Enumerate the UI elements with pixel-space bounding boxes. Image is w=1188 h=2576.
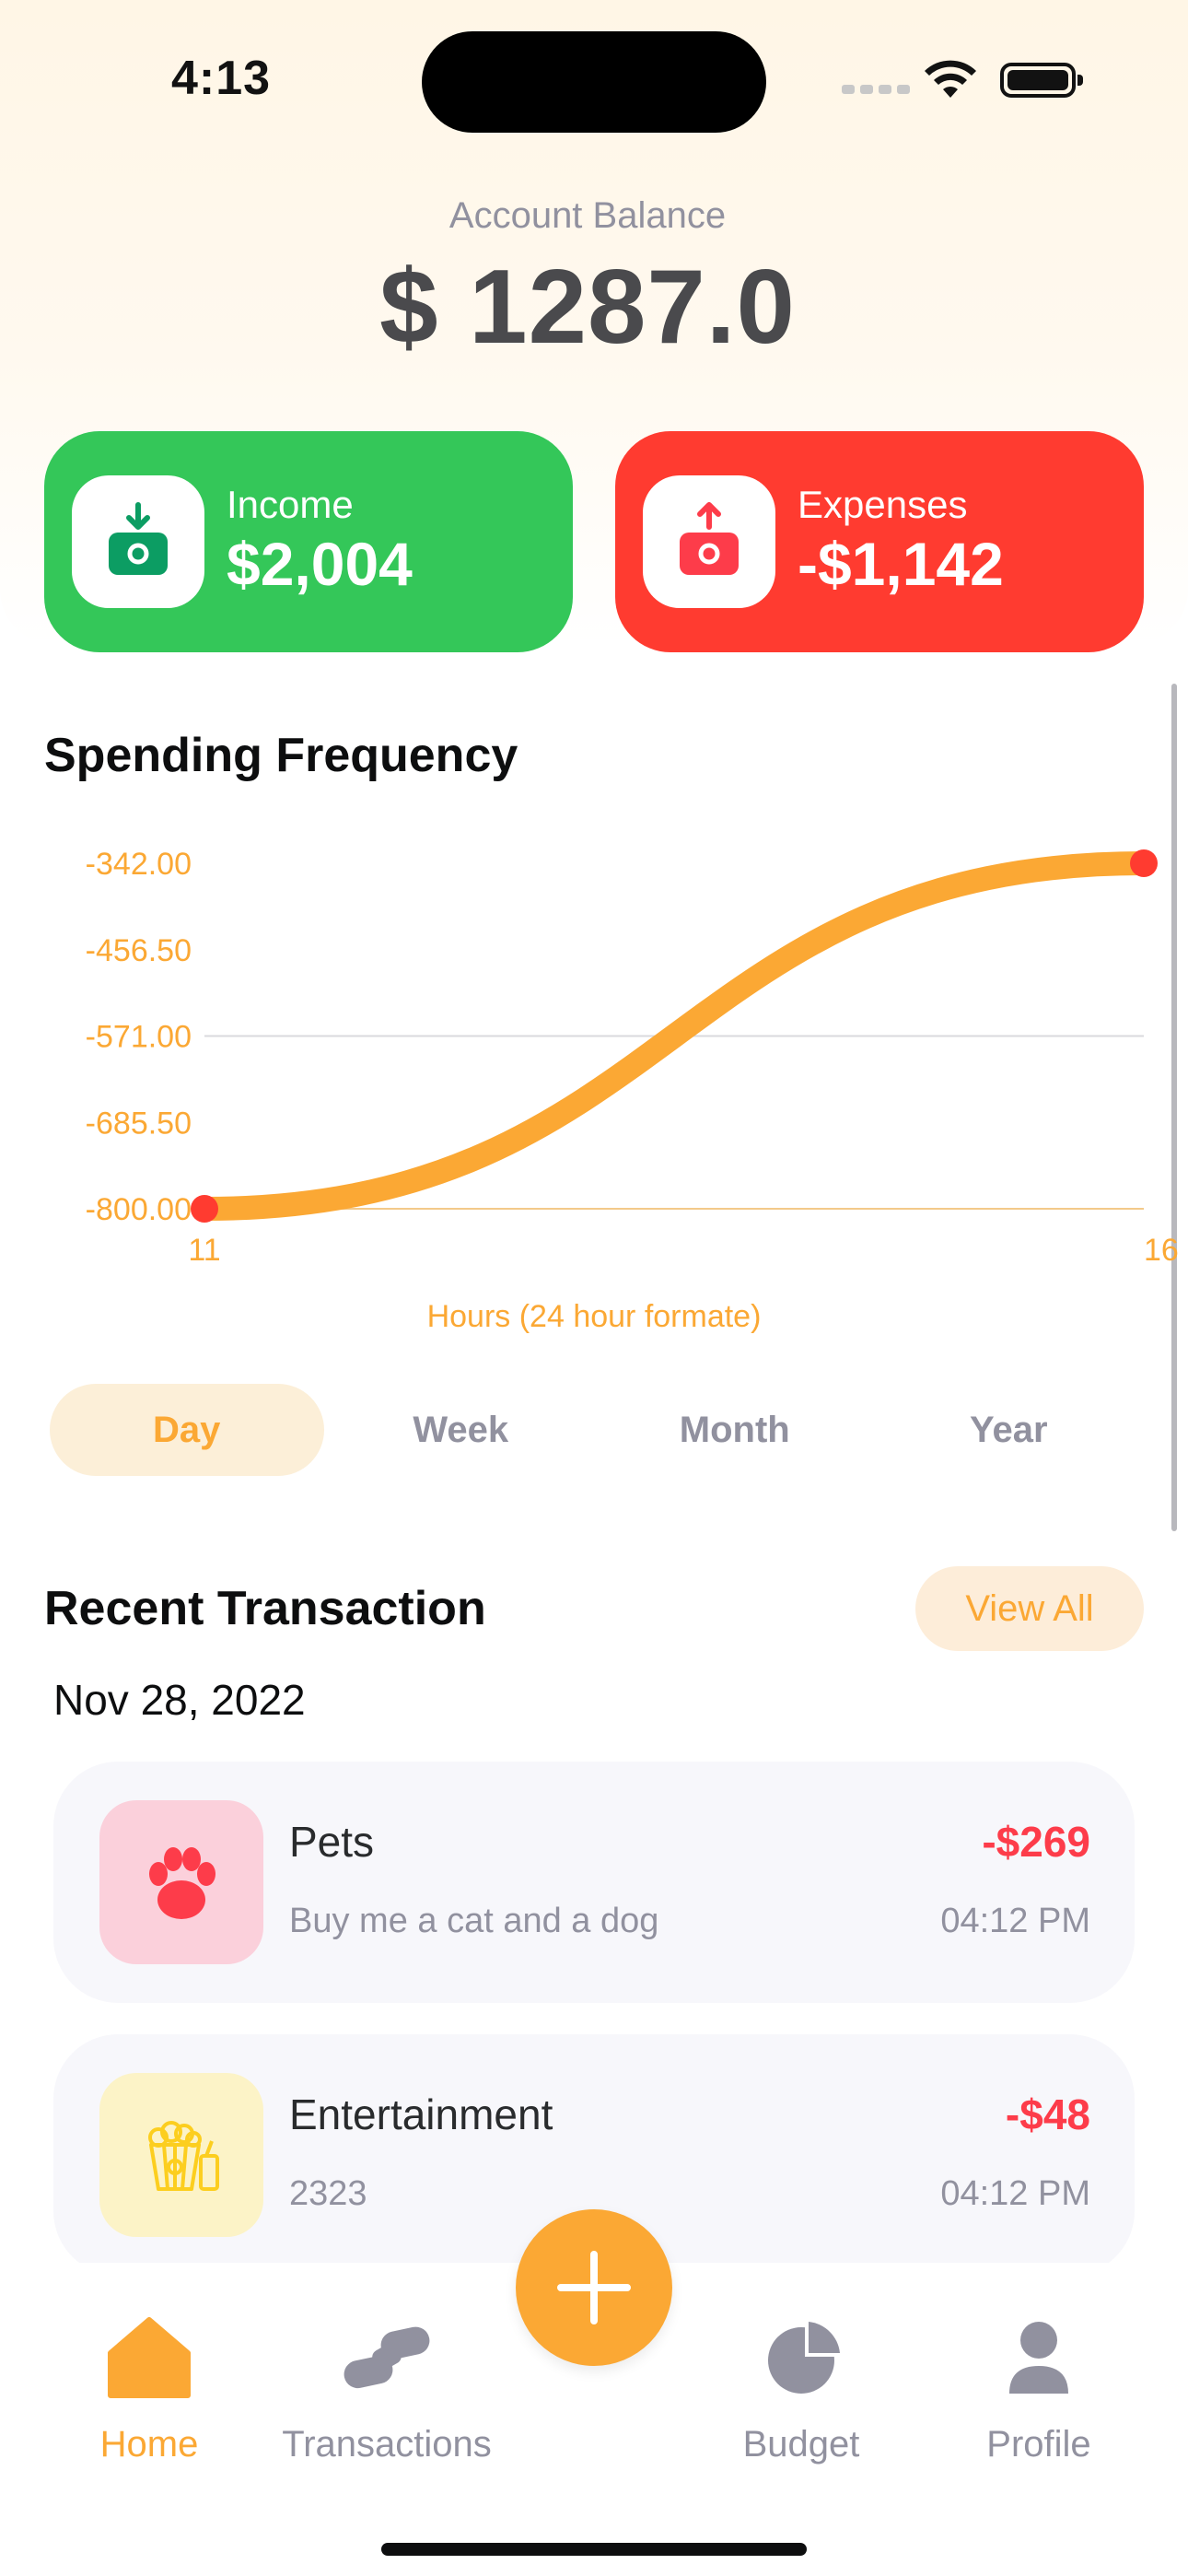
transaction-description: 2323: [289, 2174, 367, 2213]
transaction-name: Pets: [289, 1818, 375, 1866]
y-tick-label: -800.00: [86, 1192, 192, 1227]
transaction-amount: -$269: [982, 1818, 1090, 1866]
tab-profile-label: Profile: [986, 2424, 1091, 2465]
y-tick-label: -342.00: [86, 847, 192, 882]
home-icon: [108, 2317, 191, 2398]
income-card[interactable]: Income $2,004: [44, 431, 573, 652]
data-point: [1130, 849, 1158, 877]
spending-frequency-title: Spending Frequency: [44, 729, 518, 782]
tab-home[interactable]: Home: [39, 2311, 260, 2465]
period-year[interactable]: Year: [872, 1384, 1147, 1476]
plus-icon: [557, 2251, 631, 2324]
expense-wallet-icon: [643, 475, 775, 608]
income-wallet-icon: [72, 475, 204, 608]
view-all-button[interactable]: View All: [915, 1566, 1144, 1651]
expenses-card[interactable]: Expenses -$1,142: [615, 431, 1144, 652]
spending-chart: -342.00 -456.50 -571.00 -685.50 -800.00 11 16: [0, 811, 1188, 1345]
tab-profile[interactable]: Profile: [928, 2311, 1149, 2465]
period-week[interactable]: Week: [324, 1384, 599, 1476]
period-day[interactable]: Day: [50, 1384, 324, 1476]
pie-chart-icon: [768, 2322, 840, 2394]
paw-icon: [99, 1800, 263, 1964]
chart-x-axis-label: Hours (24 hour formate): [426, 1299, 762, 1334]
transactions-icon: [344, 2326, 430, 2389]
x-tick-label: 11: [188, 1233, 220, 1268]
data-point: [191, 1195, 218, 1223]
transaction-item-pets[interactable]: Pets Buy me a cat and a dog -$269 04:12 …: [53, 1762, 1135, 2003]
profile-icon: [1009, 2322, 1068, 2394]
period-selector: Day Week Month Year: [50, 1384, 1146, 1476]
tab-home-label: Home: [99, 2424, 199, 2465]
popcorn-icon: [99, 2073, 263, 2237]
battery-icon: [1000, 63, 1083, 98]
expenses-value: -$1,142: [798, 530, 1004, 598]
y-tick-label: -456.50: [86, 933, 192, 968]
y-tick-label: -571.00: [86, 1020, 192, 1055]
tab-budget[interactable]: Budget: [691, 2311, 912, 2465]
expenses-label: Expenses: [798, 483, 968, 526]
transaction-time: 04:12 PM: [940, 2174, 1090, 2213]
tab-budget-label: Budget: [742, 2424, 860, 2465]
transaction-date: Nov 28, 2022: [53, 1676, 306, 1724]
recent-transaction-title: Recent Transaction: [44, 1582, 486, 1635]
cellular-signal-icon: [842, 85, 910, 94]
y-tick-label: -685.50: [86, 1106, 192, 1141]
income-value: $2,004: [227, 530, 413, 598]
status-time: 4:13: [171, 52, 272, 105]
home-indicator[interactable]: [381, 2543, 807, 2556]
income-label: Income: [227, 483, 354, 526]
tab-transactions[interactable]: Transactions: [276, 2311, 497, 2465]
dynamic-island: [422, 31, 766, 133]
x-tick-label: 16: [1144, 1233, 1179, 1268]
tab-transactions-label: Transactions: [282, 2424, 492, 2465]
transaction-time: 04:12 PM: [940, 1902, 1090, 1940]
transaction-name: Entertainment: [289, 2090, 553, 2138]
transaction-description: Buy me a cat and a dog: [289, 1902, 659, 1940]
balance-value: $ 1287.0: [379, 249, 796, 366]
wifi-icon: [925, 60, 976, 98]
spending-chart-svg: -342.00 -456.50 -571.00 -685.50 -800.00 11 16: [86, 847, 1179, 1268]
transaction-amount: -$48: [1005, 2090, 1090, 2138]
period-month[interactable]: Month: [598, 1384, 872, 1476]
balance-label: Account Balance: [448, 195, 727, 236]
add-transaction-button[interactable]: [516, 2209, 672, 2366]
